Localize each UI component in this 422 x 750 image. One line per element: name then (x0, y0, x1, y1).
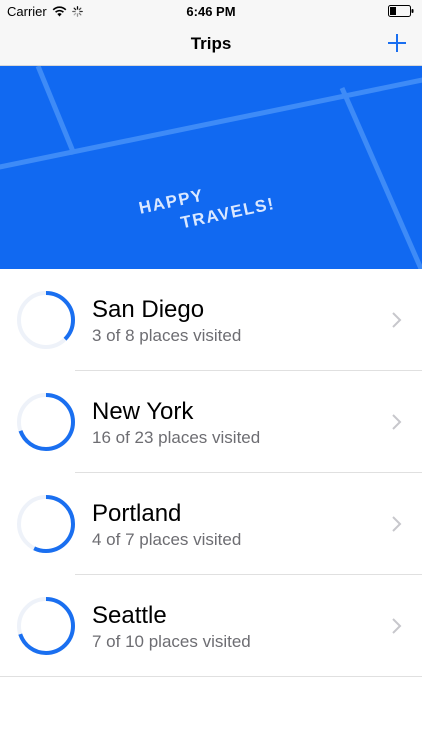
progress-ring (17, 291, 75, 349)
trip-progress-label: 7 of 10 places visited (92, 632, 251, 651)
status-time: 6:46 PM (186, 4, 236, 19)
trip-row[interactable]: New York 16 of 23 places visited (0, 371, 422, 473)
nav-bar: Trips (0, 22, 422, 66)
page-title: Trips (190, 34, 232, 53)
progress-ring (17, 597, 75, 655)
chevron-right-icon (392, 618, 402, 634)
trip-row[interactable]: Portland 4 of 7 places visited (0, 473, 422, 575)
battery-icon (388, 5, 414, 17)
trip-list: San Diego 3 of 8 places visited New York… (0, 269, 422, 677)
progress-ring (17, 495, 75, 553)
chevron-right-icon (392, 414, 402, 430)
plus-icon (388, 34, 406, 52)
trip-progress-label: 3 of 8 places visited (92, 326, 242, 345)
trip-progress-label: 4 of 7 places visited (92, 530, 242, 549)
progress-ring (17, 393, 75, 451)
trip-row[interactable]: Seattle 7 of 10 places visited (0, 575, 422, 677)
trip-name: New York (92, 398, 194, 425)
status-right (388, 5, 414, 20)
chevron-right-icon (392, 516, 402, 532)
add-trip-button[interactable] (382, 28, 412, 58)
trip-name: San Diego (92, 296, 205, 323)
trip-name: Portland (92, 500, 182, 527)
map-illustration: HAPPY TRAVELS! (0, 66, 422, 269)
trip-row[interactable]: San Diego 3 of 8 places visited (0, 269, 422, 371)
trip-name: Seattle (92, 602, 167, 629)
chevron-right-icon (392, 312, 402, 328)
trip-progress-label: 16 of 23 places visited (92, 428, 261, 447)
status-bar: Carrier 6:46 PM (0, 0, 422, 22)
happy-travels-banner: HAPPY TRAVELS! (0, 66, 422, 269)
